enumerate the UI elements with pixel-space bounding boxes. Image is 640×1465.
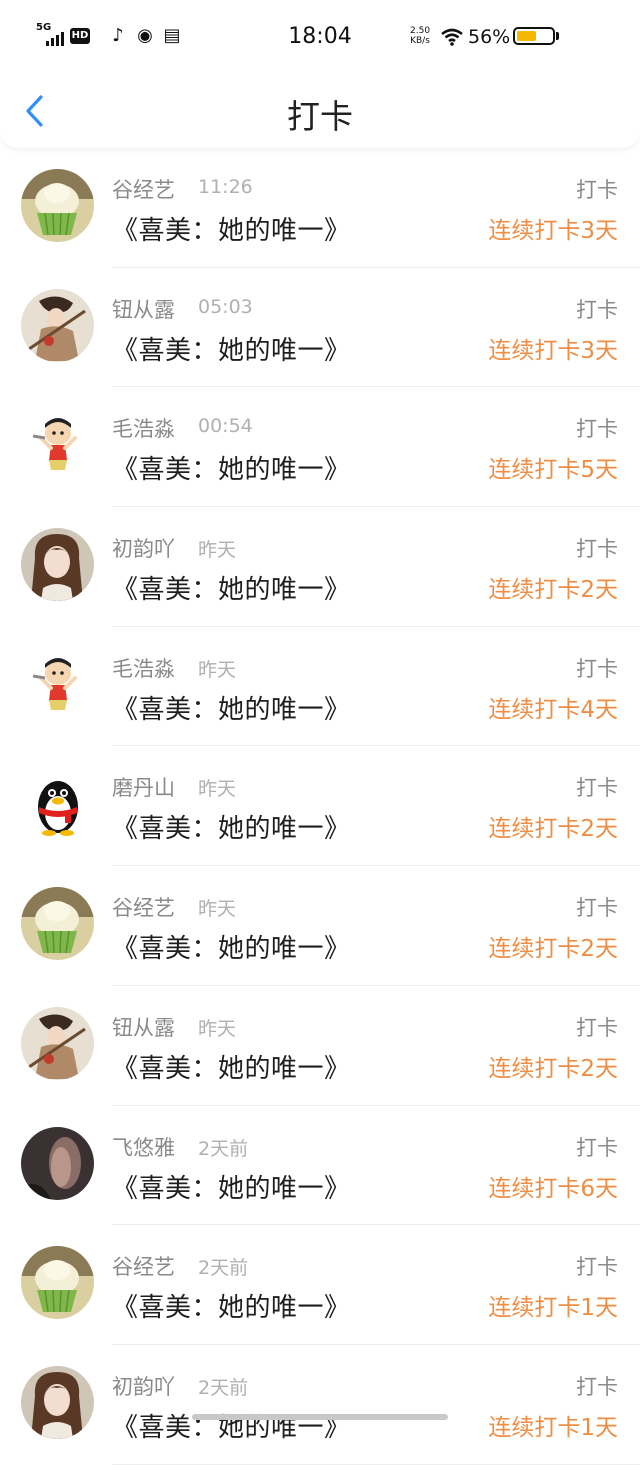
book-title[interactable]: 《喜美：她的唯一》 bbox=[112, 1048, 351, 1085]
book-title[interactable]: 《喜美：她的唯一》 bbox=[112, 1287, 351, 1324]
user-name[interactable]: 钮从露 bbox=[112, 294, 175, 324]
checkin-time: 2天前 bbox=[198, 1137, 249, 1160]
checkin-label: 打卡 bbox=[576, 1015, 618, 1040]
streak-label: 连续打卡3天 bbox=[488, 337, 618, 364]
user-name[interactable]: 毛浩淼 bbox=[112, 653, 175, 683]
user-name[interactable]: 谷经艺 bbox=[112, 1251, 175, 1281]
checkin-label: 打卡 bbox=[576, 537, 618, 562]
battery-level bbox=[517, 31, 537, 41]
avatar[interactable] bbox=[21, 1246, 94, 1320]
book-title[interactable]: 《喜美：她的唯一》 bbox=[112, 330, 351, 367]
battery-icon bbox=[513, 27, 555, 45]
battery-percent: 56% bbox=[468, 26, 511, 48]
checkin-row[interactable]: 谷经艺 2天前《喜美：她的唯一》 打卡连续打卡1天 bbox=[0, 1225, 640, 1345]
checkin-row[interactable]: 初韵吖 昨天《喜美：她的唯一》 打卡连续打卡2天 bbox=[0, 507, 640, 627]
status-bar: 5G HD ♪ ◉ ▤ 18:04 2.50 KB/s 56% bbox=[0, 0, 640, 74]
user-name[interactable]: 毛浩淼 bbox=[112, 413, 175, 443]
checkin-row[interactable]: 磨丹山 昨天《喜美：她的唯一》 打卡连续打卡2天 bbox=[0, 746, 640, 867]
avatar[interactable] bbox=[21, 767, 94, 841]
checkin-time: 昨天 bbox=[198, 778, 237, 801]
checkin-time: 2天前 bbox=[198, 1376, 249, 1399]
book-title[interactable]: 《喜美：她的唯一》 bbox=[112, 449, 351, 486]
checkin-row[interactable]: 毛浩淼 昨天《喜美：她的唯一》 打卡连续打卡4天 bbox=[0, 627, 640, 747]
streak-label: 连续打卡2天 bbox=[488, 1055, 618, 1082]
streak-label: 连续打卡2天 bbox=[488, 936, 618, 963]
avatar[interactable] bbox=[21, 1006, 94, 1080]
book-title[interactable]: 《喜美：她的唯一》 bbox=[112, 1168, 351, 1205]
checkin-label: 打卡 bbox=[576, 656, 618, 681]
avatar[interactable] bbox=[21, 887, 94, 961]
streak-label: 连续打卡1天 bbox=[488, 1414, 618, 1441]
user-name[interactable]: 初韵吖 bbox=[112, 533, 175, 563]
streak-label: 连续打卡1天 bbox=[488, 1295, 618, 1322]
checkin-time: 05:03 bbox=[198, 295, 253, 318]
top-bar: 5G HD ♪ ◉ ▤ 18:04 2.50 KB/s 56% 打卡 bbox=[0, 0, 640, 148]
checkin-time: 昨天 bbox=[198, 658, 237, 681]
avatar[interactable] bbox=[21, 408, 94, 482]
checkin-time: 昨天 bbox=[198, 1017, 237, 1040]
avatar[interactable] bbox=[21, 1126, 94, 1200]
user-name[interactable]: 钮从露 bbox=[112, 1012, 175, 1042]
checkin-list: 谷经艺 11:26 《喜美：她的唯一》 打卡 连续打卡3天 钮从露 05:03 《喜美：她的唯… bbox=[0, 148, 640, 1465]
checkin-label: 打卡 bbox=[576, 417, 618, 442]
checkin-row[interactable]: 飞悠雅 2天前《喜美：她的唯一》 打卡连续打卡6天 bbox=[0, 1106, 640, 1226]
wifi-icon bbox=[441, 28, 463, 46]
book-title[interactable]: 《喜美：她的唯一》 bbox=[112, 569, 351, 606]
checkin-time: 00:54 bbox=[198, 415, 253, 438]
streak-label: 连续打卡3天 bbox=[488, 218, 618, 244]
checkin-label: 打卡 bbox=[576, 1135, 618, 1160]
checkin-label: 打卡 bbox=[576, 297, 618, 322]
checkin-row[interactable]: 钮从露 05:03 《喜美：她的唯一》 打卡连续打卡3天 bbox=[0, 268, 640, 388]
checkin-time: 昨天 bbox=[198, 539, 237, 562]
streak-label: 连续打卡6天 bbox=[488, 1175, 618, 1202]
user-name[interactable]: 磨丹山 bbox=[112, 772, 175, 802]
checkin-label: 打卡 bbox=[576, 178, 618, 202]
home-indicator[interactable] bbox=[192, 1414, 448, 1420]
checkin-row[interactable]: 毛浩淼 00:54 《喜美：她的唯一》 打卡连续打卡5天 bbox=[0, 387, 640, 508]
user-name[interactable]: 初韵吖 bbox=[112, 1371, 175, 1401]
checkin-row[interactable]: 谷经艺 昨天《喜美：她的唯一》 打卡连续打卡2天 bbox=[0, 866, 640, 986]
streak-label: 连续打卡5天 bbox=[488, 457, 618, 484]
book-title[interactable]: 《喜美：她的唯一》 bbox=[112, 689, 351, 726]
streak-label: 连续打卡4天 bbox=[488, 696, 618, 723]
checkin-time: 11:26 bbox=[198, 176, 253, 198]
book-title[interactable]: 《喜美：她的唯一》 bbox=[112, 210, 351, 247]
checkin-label: 打卡 bbox=[576, 776, 618, 801]
divider bbox=[112, 1463, 640, 1465]
checkin-time: 2天前 bbox=[198, 1257, 249, 1280]
avatar[interactable] bbox=[21, 1365, 94, 1439]
user-name[interactable]: 飞悠雅 bbox=[112, 1132, 175, 1162]
book-title[interactable]: 《喜美：她的唯一》 bbox=[112, 1407, 351, 1444]
avatar[interactable] bbox=[21, 528, 94, 602]
user-name[interactable]: 谷经艺 bbox=[112, 892, 175, 922]
avatar[interactable] bbox=[21, 169, 94, 242]
streak-label: 连续打卡2天 bbox=[488, 577, 618, 604]
network-speed: 2.50 KB/s bbox=[410, 26, 431, 46]
avatar[interactable] bbox=[21, 288, 94, 362]
checkin-row[interactable]: 谷经艺 11:26 《喜美：她的唯一》 打卡连续打卡3天 bbox=[0, 148, 640, 268]
book-title[interactable]: 《喜美：她的唯一》 bbox=[112, 808, 351, 845]
checkin-label: 打卡 bbox=[576, 1255, 618, 1280]
checkin-time: 昨天 bbox=[198, 898, 237, 921]
checkin-row[interactable]: 钮从露 昨天《喜美：她的唯一》 打卡连续打卡2天 bbox=[0, 986, 640, 1106]
user-name[interactable]: 谷经艺 bbox=[112, 174, 175, 204]
streak-label: 连续打卡2天 bbox=[488, 816, 618, 843]
avatar[interactable] bbox=[21, 647, 94, 721]
book-title[interactable]: 《喜美：她的唯一》 bbox=[112, 928, 351, 965]
checkin-row[interactable]: 初韵吖 2天前《喜美：她的唯一》 打卡连续打卡1天 bbox=[0, 1345, 640, 1465]
checkin-label: 打卡 bbox=[576, 1374, 618, 1399]
checkin-label: 打卡 bbox=[576, 896, 618, 921]
page-title: 打卡 bbox=[287, 97, 353, 136]
